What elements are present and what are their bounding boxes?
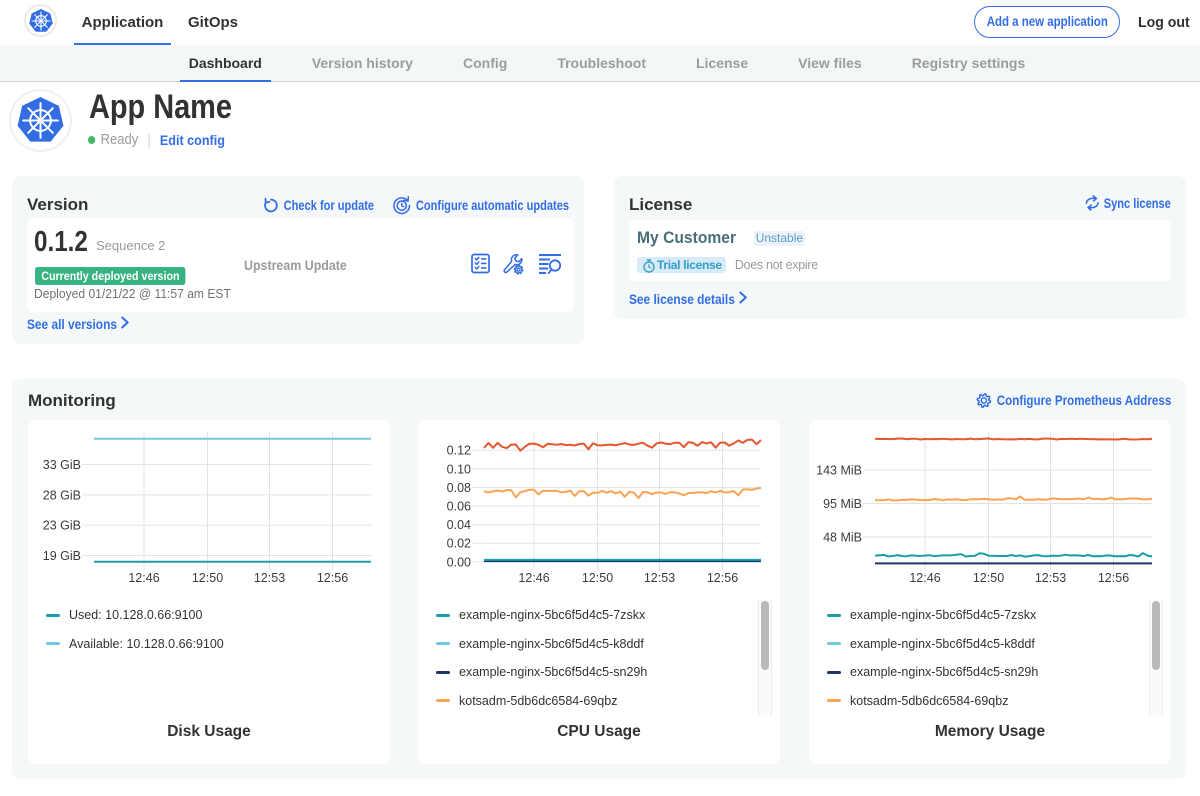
svg-text:12:53: 12:53 bbox=[644, 571, 675, 585]
svg-text:12:56: 12:56 bbox=[707, 571, 738, 585]
svg-text:0.06: 0.06 bbox=[447, 500, 471, 514]
svg-text:12:56: 12:56 bbox=[317, 571, 348, 585]
svg-text:12:50: 12:50 bbox=[973, 571, 1004, 585]
svg-text:23 GiB: 23 GiB bbox=[43, 519, 81, 533]
svg-text:0.12: 0.12 bbox=[447, 444, 471, 458]
svg-text:0.08: 0.08 bbox=[447, 481, 471, 495]
svg-text:12:46: 12:46 bbox=[128, 571, 159, 585]
svg-text:0.04: 0.04 bbox=[447, 518, 471, 532]
svg-text:19 GiB: 19 GiB bbox=[43, 549, 81, 563]
svg-text:0.00: 0.00 bbox=[447, 555, 471, 569]
svg-text:12:50: 12:50 bbox=[582, 571, 613, 585]
svg-text:12:46: 12:46 bbox=[909, 571, 940, 585]
svg-text:12:53: 12:53 bbox=[1035, 571, 1066, 585]
svg-text:28 GiB: 28 GiB bbox=[43, 488, 81, 502]
svg-text:143 MiB: 143 MiB bbox=[816, 464, 862, 478]
svg-text:0.10: 0.10 bbox=[447, 462, 471, 476]
svg-text:12:46: 12:46 bbox=[518, 571, 549, 585]
svg-text:48 MiB: 48 MiB bbox=[823, 531, 862, 545]
svg-text:0.02: 0.02 bbox=[447, 537, 471, 551]
svg-text:95 MiB: 95 MiB bbox=[823, 497, 862, 511]
svg-text:12:50: 12:50 bbox=[192, 571, 223, 585]
svg-text:12:56: 12:56 bbox=[1098, 571, 1129, 585]
svg-text:12:53: 12:53 bbox=[254, 571, 285, 585]
svg-text:33 GiB: 33 GiB bbox=[43, 458, 81, 472]
